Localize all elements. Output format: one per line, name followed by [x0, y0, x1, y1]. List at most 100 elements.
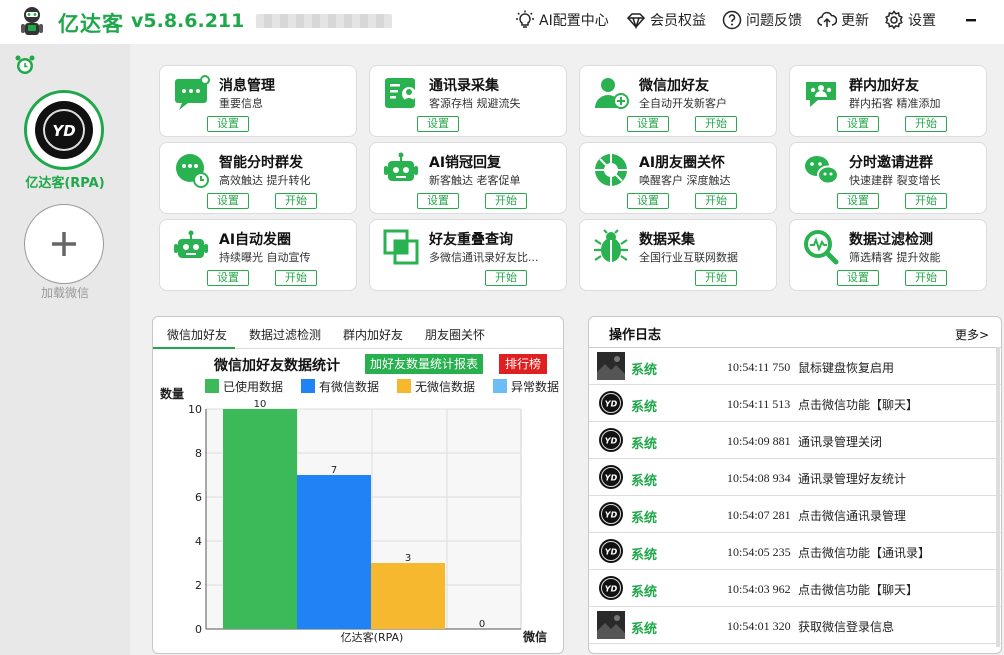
log-row: YD 系统 10:54:05 235 点击微信功能【通讯录】 — [589, 533, 1001, 570]
account-name: 亿达客(RPA) — [25, 176, 105, 191]
settings-label: 设置 — [908, 13, 936, 29]
avatar — [597, 611, 625, 639]
timed-chat-icon — [176, 154, 209, 188]
card-settings-button[interactable]: 设置 — [837, 270, 879, 286]
card-start-button[interactable]: 开始 — [695, 193, 737, 209]
card-start-button[interactable]: 开始 — [275, 193, 317, 209]
card-settings-button[interactable]: 设置 — [627, 193, 669, 209]
card-start-button[interactable]: 开始 — [275, 270, 317, 286]
add-wechat-label: 加载微信 — [40, 286, 89, 300]
card-settings-button[interactable]: 设置 — [417, 116, 459, 132]
feedback-button[interactable]: 问题反馈 — [722, 10, 802, 30]
minimize-icon[interactable] — [962, 10, 982, 30]
card-subtitle: 筛选精客 提升效能 — [849, 251, 941, 264]
app-title: 亿达客 — [58, 12, 124, 36]
log-message: 点击微信功能【聊天】 — [798, 583, 919, 597]
feature-card-10[interactable]: 好友重叠查询 多微信通讯录好友比... 开始 — [369, 219, 567, 291]
feature-card-2[interactable]: 通讯录采集客源存档 规避流失设置 — [369, 65, 567, 137]
card-settings-button[interactable]: 设置 — [207, 270, 249, 286]
avatar: YD — [597, 500, 625, 528]
avatar: YD — [597, 574, 625, 602]
contacts-icon — [385, 78, 416, 108]
card-start-button[interactable]: 开始 — [905, 116, 947, 132]
moments-icon — [595, 154, 627, 186]
card-title: 群内加好友 — [849, 78, 919, 94]
card-settings-button[interactable]: 设置 — [837, 116, 879, 132]
membership-button[interactable]: 会员权益 — [626, 10, 706, 30]
svg-text:YD: YD — [605, 474, 618, 483]
card-title: 好友重叠查询 — [429, 232, 513, 248]
log-time: 10:54:01 320 — [727, 619, 791, 633]
feature-card-9[interactable]: AI自动发圈 持续曝光 自动宣传 设置 开始 — [159, 219, 357, 291]
feature-card-7[interactable]: AI朋友圈关怀 唤醒客户 深度触达 设置 开始 — [579, 142, 777, 214]
bar — [223, 409, 297, 629]
card-start-button[interactable]: 开始 — [485, 270, 527, 286]
log-message: 通讯录管理关闭 — [798, 435, 883, 449]
log-panel: 操作日志 更多> 系统 10:54:11 750 鼠标键盘恢复启用 YD 系统 1… — [588, 316, 1002, 654]
svg-text:YD: YD — [605, 437, 618, 446]
feature-card-11[interactable]: 数据采集 全国行业互联网数据 开始 — [579, 219, 777, 291]
feature-card-4[interactable]: 群内加好友 群内拓客 精准添加 设置 开始 — [789, 65, 987, 137]
card-start-button[interactable]: 开始 — [485, 193, 527, 209]
legend-swatch — [397, 379, 411, 393]
yd-logo-icon: YD — [599, 465, 623, 489]
dark-photo-avatar — [597, 611, 625, 639]
log-source: 系统 — [631, 511, 658, 526]
card-settings-button[interactable]: 设置 — [837, 193, 879, 209]
alarm-clock-icon[interactable] — [14, 54, 36, 76]
card-subtitle: 高效触达 提升转化 — [219, 174, 311, 187]
cloud-upload-icon — [817, 11, 837, 27]
avatar: YD — [35, 101, 93, 159]
card-settings-button[interactable]: 设置 — [207, 193, 249, 209]
log-source: 系统 — [631, 585, 658, 600]
feature-card-5[interactable]: 智能分时群发 高效触达 提升转化设置 开始 — [159, 142, 357, 214]
card-title: 智能分时群发 — [219, 155, 303, 171]
log-row: YD 系统 10:54:07 281 点击微信通讯录管理 — [589, 496, 1001, 533]
avatar: YD — [597, 537, 625, 565]
feedback-label: 问题反馈 — [746, 13, 802, 29]
log-scrollbar[interactable] — [996, 347, 1000, 647]
title-bar: 亿达客 v5.8.6.211 AI配置中心 会员权益 问题反馈 更新 设置 — [0, 0, 1004, 44]
card-start-button[interactable]: 开始 — [905, 193, 947, 209]
card-settings-button[interactable]: 设置 — [417, 193, 459, 209]
account-id-blurred — [256, 14, 392, 28]
feature-card-1[interactable]: 消息管理 重要信息 设置 — [159, 65, 357, 137]
invite-icon — [805, 156, 839, 185]
avatar: YD — [597, 426, 625, 454]
log-time: 10:54:07 281 — [727, 508, 791, 522]
avatar: YD — [597, 463, 625, 491]
card-settings-button[interactable]: 设置 — [627, 116, 669, 132]
feature-card-3[interactable]: 微信加好友 全自动开发新客户 设置 开始 — [579, 65, 777, 137]
yd-logo-icon: YD — [43, 109, 85, 151]
bug-icon — [594, 229, 628, 262]
log-more-link[interactable]: 更多> — [955, 326, 989, 343]
feature-card-12[interactable]: 数据过滤检测 筛选精客 提升效能 设置 开始 — [789, 219, 987, 291]
log-source: 系统 — [631, 622, 658, 637]
card-subtitle: 新客触达 老客促单 — [429, 174, 521, 187]
legend-swatch — [493, 379, 507, 393]
yd-logo-icon: YD — [599, 391, 623, 415]
app-version: v5.8.6.211 — [131, 10, 245, 32]
avatar — [597, 352, 625, 380]
card-start-button[interactable]: 开始 — [695, 270, 737, 286]
card-start-button[interactable]: 开始 — [695, 116, 737, 132]
x-tick-label: 亿达客(RPA) — [341, 630, 404, 644]
plus-icon — [52, 232, 76, 256]
card-title: 通讯录采集 — [429, 78, 499, 94]
ai-config-label: AI配置中心 — [539, 13, 609, 29]
card-settings-button[interactable]: 设置 — [207, 116, 249, 132]
card-title: 消息管理 — [219, 78, 275, 94]
ai-config-button[interactable]: AI配置中心 — [515, 10, 609, 30]
gear-icon — [885, 10, 903, 30]
log-source: 系统 — [631, 474, 658, 489]
card-subtitle: 客源存档 规避流失 — [429, 97, 521, 110]
account-avatar-button[interactable]: YD — [24, 90, 104, 170]
feature-card-6[interactable]: AI销冠回复 新客触达 老客促单 设置 开始 — [369, 142, 567, 214]
update-button[interactable]: 更新 — [817, 10, 869, 30]
filter-search-icon — [804, 230, 839, 265]
yd-logo-icon: YD — [599, 539, 623, 563]
add-wechat-button[interactable] — [24, 204, 104, 284]
settings-button[interactable]: 设置 — [884, 10, 936, 30]
card-start-button[interactable]: 开始 — [905, 270, 947, 286]
feature-card-8[interactable]: 分时邀请进群 快速建群 裂变增长 设置 开始 — [789, 142, 987, 214]
